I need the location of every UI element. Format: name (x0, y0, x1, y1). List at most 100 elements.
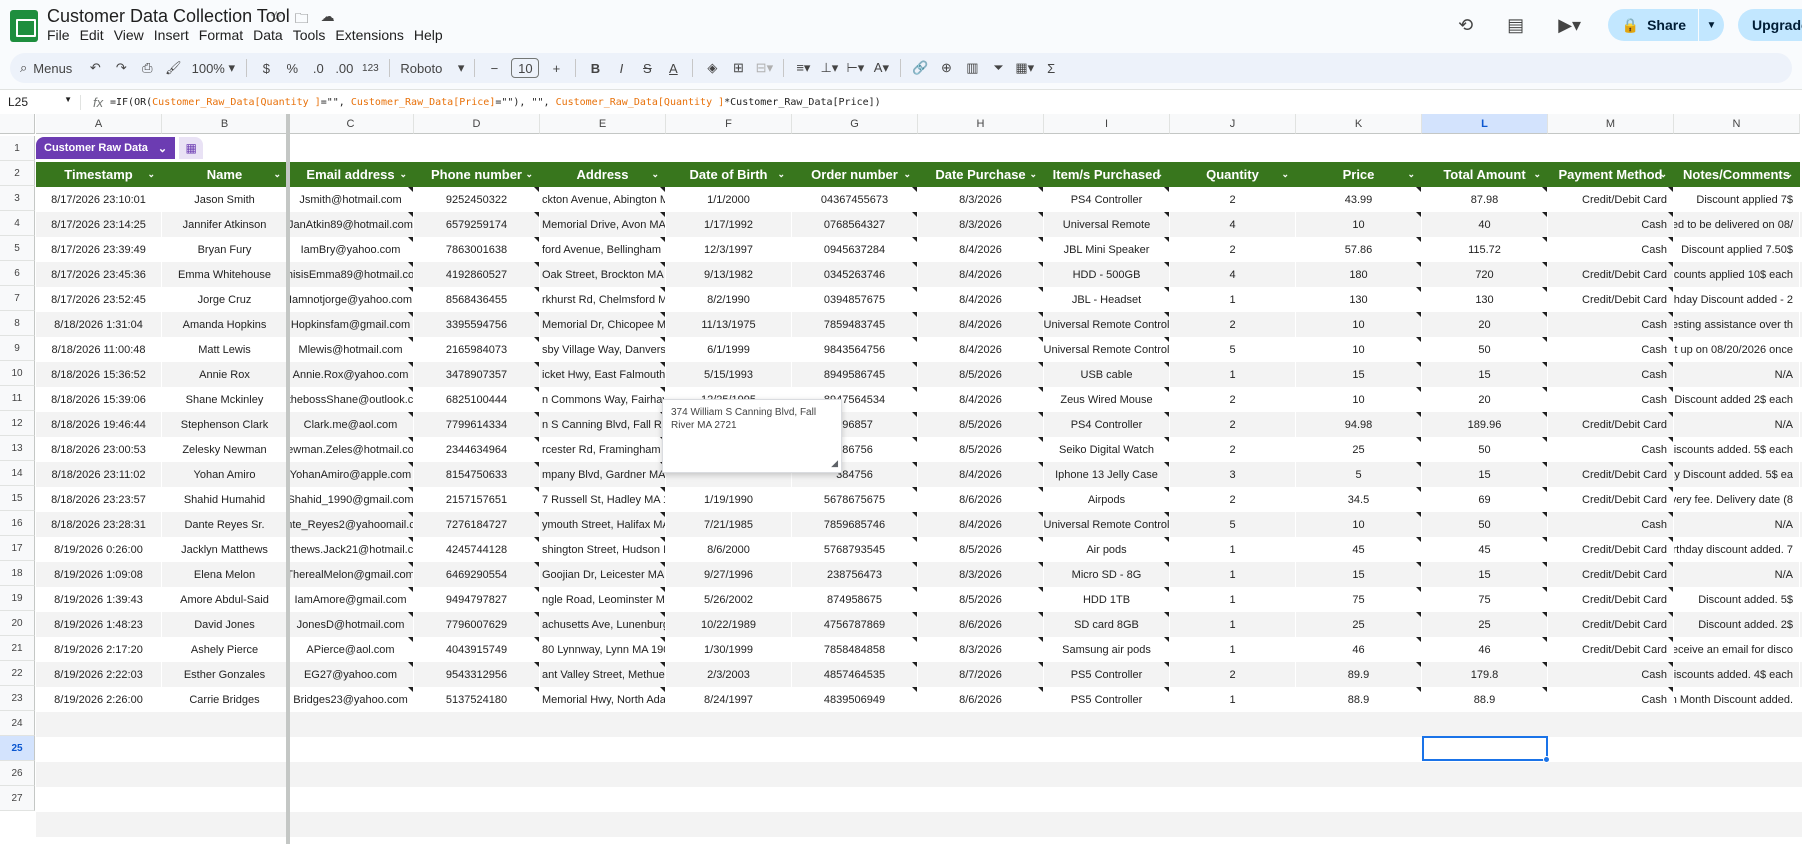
table-cell-h[interactable]: 8/4/2026 (918, 512, 1044, 537)
table-cell-d[interactable]: 8568436455 (414, 287, 540, 312)
number-format-button[interactable]: 123 (358, 56, 382, 80)
table-cell-m[interactable]: Cash (1548, 362, 1674, 387)
row-header-13[interactable]: 13 (0, 436, 35, 461)
percent-format-button[interactable]: % (280, 56, 304, 80)
table-cell-j[interactable]: 1 (1170, 587, 1296, 612)
table-cell-k[interactable]: 25 (1296, 437, 1422, 462)
decrease-decimal-button[interactable]: .0 (306, 56, 330, 80)
table-cell-c[interactable]: Hopkinsfam@gmail.com (288, 312, 414, 337)
table-cell-d[interactable]: 2344634964 (414, 437, 540, 462)
menu-edit[interactable]: Edit (80, 27, 112, 43)
table-cell-h[interactable]: 8/4/2026 (918, 387, 1044, 412)
table-cell-h[interactable]: 8/4/2026 (918, 337, 1044, 362)
table-cell-c[interactable]: ewman.Zeles@hotmail.co (288, 437, 414, 462)
table-cell-m[interactable]: Credit/Debit Card (1548, 412, 1674, 437)
table-cell-i[interactable]: Universal Remote Control (1044, 312, 1170, 337)
undo-icon[interactable]: ↶ (83, 56, 107, 80)
table-cell-c[interactable]: TherealMelon@gmail.com (288, 562, 414, 587)
insert-chart-icon[interactable]: ▥ (960, 56, 984, 80)
font-select[interactable]: Roboto ▾ (397, 56, 467, 80)
row-header-5[interactable]: 5 (0, 236, 35, 261)
table-name[interactable]: Customer Raw Data ⌄ (36, 137, 176, 159)
table-cell-k[interactable]: 10 (1296, 337, 1422, 362)
table-cell-h[interactable]: 8/4/2026 (918, 237, 1044, 262)
table-cell-n[interactable]: N/A (1674, 562, 1800, 587)
table-cell-e[interactable]: ford Avenue, Bellingham M (540, 237, 666, 262)
row-header-7[interactable]: 7 (0, 286, 35, 311)
table-cell-k[interactable]: 10 (1296, 312, 1422, 337)
table-cell-b[interactable]: Shahid Humahid (162, 487, 288, 512)
table-cell-i[interactable]: PS5 Controller (1044, 662, 1170, 687)
menu-tools[interactable]: Tools (293, 27, 334, 43)
table-cell-l[interactable]: 50 (1422, 337, 1548, 362)
search-menus[interactable]: ⌕ Menus (10, 56, 82, 80)
redo-icon[interactable]: ↷ (109, 56, 133, 80)
table-cell-c[interactable]: nte_Reyes2@yahoomail.c (288, 512, 414, 537)
table-cell-i[interactable]: SD card 8GB (1044, 612, 1170, 637)
table-cell-a[interactable]: 8/19/2026 1:39:43 (36, 587, 162, 612)
table-cell-c[interactable]: YohanAmiro@apple.com (288, 462, 414, 487)
table-cell-m[interactable]: Credit/Debit Card (1548, 637, 1674, 662)
italic-icon[interactable]: I (609, 56, 633, 80)
table-cell-j[interactable]: 4 (1170, 262, 1296, 287)
table-cell-k[interactable]: 34.5 (1296, 487, 1422, 512)
column-header-a[interactable]: A (36, 114, 162, 134)
table-cell-g[interactable]: 4756787869 (792, 612, 918, 637)
table-cell-d[interactable]: 7799614334 (414, 412, 540, 437)
table-cell-n[interactable]: N/A (1674, 512, 1800, 537)
table-cell-g[interactable]: 9843564756 (792, 337, 918, 362)
column-header-d[interactable]: D (414, 114, 540, 134)
functions-icon[interactable]: Σ (1039, 56, 1063, 80)
table-cell-j[interactable]: 2 (1170, 437, 1296, 462)
table-cell-j[interactable]: 2 (1170, 187, 1296, 212)
table-cell-b[interactable]: Matt Lewis (162, 337, 288, 362)
table-cell-n[interactable]: Discounts applied 10$ each (1674, 262, 1800, 287)
row-header-21[interactable]: 21 (0, 636, 35, 661)
table-cell-m[interactable]: Cash (1548, 337, 1674, 362)
table-cell-m[interactable]: Cash (1548, 437, 1674, 462)
table-cell-k[interactable]: 15 (1296, 362, 1422, 387)
table-cell-i[interactable]: Airpods (1044, 487, 1170, 512)
row-header-8[interactable]: 8 (0, 311, 35, 336)
menu-help[interactable]: Help (414, 27, 451, 43)
column-header-h[interactable]: H (918, 114, 1044, 134)
table-cell-k[interactable]: 57.86 (1296, 237, 1422, 262)
table-cell-l[interactable]: 87.98 (1422, 187, 1548, 212)
table-cell-a[interactable]: 8/17/2026 23:39:49 (36, 237, 162, 262)
table-cell-g[interactable]: 7859483745 (792, 312, 918, 337)
table-cell-k[interactable]: 5 (1296, 462, 1422, 487)
table-cell-j[interactable]: 1 (1170, 562, 1296, 587)
table-cell-c[interactable]: Clark.me@aol.com (288, 412, 414, 437)
row-header-3[interactable]: 3 (0, 186, 35, 211)
menu-file[interactable]: File (47, 27, 78, 43)
table-cell-b[interactable]: David Jones (162, 612, 288, 637)
font-size-input[interactable]: 10 (511, 58, 540, 78)
table-cell-f[interactable]: 12/3/1997 (666, 237, 792, 262)
table-cell-j[interactable]: 1 (1170, 612, 1296, 637)
table-view-icon[interactable]: ▦ (179, 137, 204, 159)
column-header-l[interactable]: L (1422, 114, 1548, 134)
table-cell-i[interactable]: Zeus Wired Mouse (1044, 387, 1170, 412)
table-cell-c[interactable]: JanAtkin89@hotmail.com (288, 212, 414, 237)
table-cell-h[interactable]: 8/6/2026 (918, 487, 1044, 512)
table-cell-d[interactable]: 6579259174 (414, 212, 540, 237)
table-cell-h[interactable]: 8/3/2026 (918, 212, 1044, 237)
row-header-26[interactable]: 26 (0, 761, 35, 786)
document-title[interactable]: Customer Data Collection Tool (47, 6, 290, 27)
table-cell-e[interactable]: n S Canning Blvd, Fall Rive (540, 412, 666, 437)
table-cell-e[interactable]: 80 Lynnway, Lynn MA 190 (540, 637, 666, 662)
table-cell-b[interactable]: Dante Reyes Sr. (162, 512, 288, 537)
row-header-17[interactable]: 17 (0, 536, 35, 561)
table-cell-e[interactable]: sby Village Way, Danvers (540, 337, 666, 362)
table-cell-c[interactable]: Iamnotjorge@yahoo.com (288, 287, 414, 312)
table-cell-m[interactable]: Credit/Debit Card (1548, 562, 1674, 587)
filter-dropdown-icon[interactable]: ⌄ (1407, 169, 1415, 180)
vertical-align-icon[interactable]: ⊥▾ (817, 56, 841, 80)
share-dropdown-button[interactable]: ▼ (1698, 9, 1724, 41)
spreadsheet-grid[interactable]: A B C D E F G H I J K L M N 1 2 3 4 5 6 7 8 9 10 11 12 13 14 15 16 17 1… (0, 114, 1802, 844)
table-cell-n[interactable]: livery fee. Delivery date (8 (1674, 487, 1800, 512)
table-cell-f[interactable]: 7/21/1985 (666, 512, 792, 537)
table-cell-j[interactable]: 1 (1170, 637, 1296, 662)
table-cell-m[interactable]: Cash (1548, 687, 1674, 712)
table-cell-a[interactable]: 8/19/2026 2:26:00 (36, 687, 162, 712)
